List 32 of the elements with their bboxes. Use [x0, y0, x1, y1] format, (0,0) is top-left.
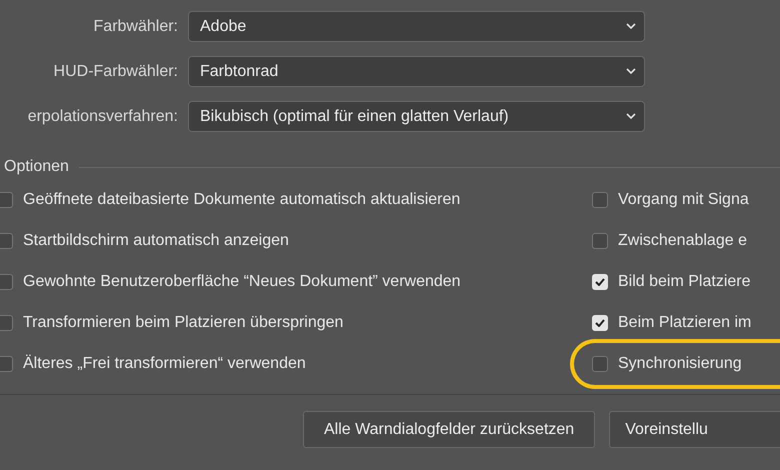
checkbox-label: Bild beim Platziere: [618, 273, 750, 291]
chevron-down-icon: [626, 23, 636, 30]
checkbox-label: Beim Platzieren im: [618, 314, 752, 332]
field-label: HUD-Farbwähler:: [52, 62, 178, 80]
dialog-button[interactable]: Voreinstellu: [609, 411, 780, 448]
field-label: erpolationsverfahren:: [26, 108, 178, 126]
section-title: Optionen: [4, 158, 69, 176]
dropdown[interactable]: Farbtonrad: [188, 56, 645, 87]
dropdown[interactable]: Bikubisch (optimal für einen glatten Verlauf): [188, 101, 645, 132]
checkmark-icon: [595, 278, 605, 286]
chevron-down-icon: [626, 113, 636, 120]
checkbox[interactable]: [0, 192, 13, 208]
checkbox-label: Älteres „Frei transformieren“ verwenden: [23, 355, 306, 373]
dropdown[interactable]: Adobe: [188, 11, 645, 42]
checkbox-label: Startbildschirm automatisch anzeigen: [23, 232, 289, 250]
checkbox[interactable]: [0, 274, 13, 290]
checkbox-label: Transformieren beim Platzieren überspringen: [23, 314, 344, 332]
chevron-down-icon: [626, 68, 636, 75]
checkbox-label: Vorgang mit Signa: [618, 191, 749, 209]
checkbox[interactable]: [0, 356, 13, 372]
checkbox[interactable]: [592, 192, 608, 208]
checkbox-label: Synchronisierung: [618, 355, 742, 373]
dialog-button[interactable]: Alle Warndialogfelder zurücksetzen: [303, 411, 596, 448]
checkbox-label: Zwischenablage e: [618, 232, 747, 250]
checkbox[interactable]: [592, 233, 608, 249]
field-label: Farbwähler:: [92, 18, 178, 36]
checkbox-label: Gewohnte Benutzeroberfläche “Neues Dokument” verwenden: [23, 273, 461, 291]
checkbox[interactable]: [0, 315, 13, 331]
checkbox[interactable]: [592, 356, 608, 372]
checkmark-icon: [595, 319, 605, 327]
checkbox[interactable]: [0, 233, 13, 249]
checkbox-label: Geöffnete dateibasierte Dokumente automatisch aktualisieren: [23, 191, 460, 209]
